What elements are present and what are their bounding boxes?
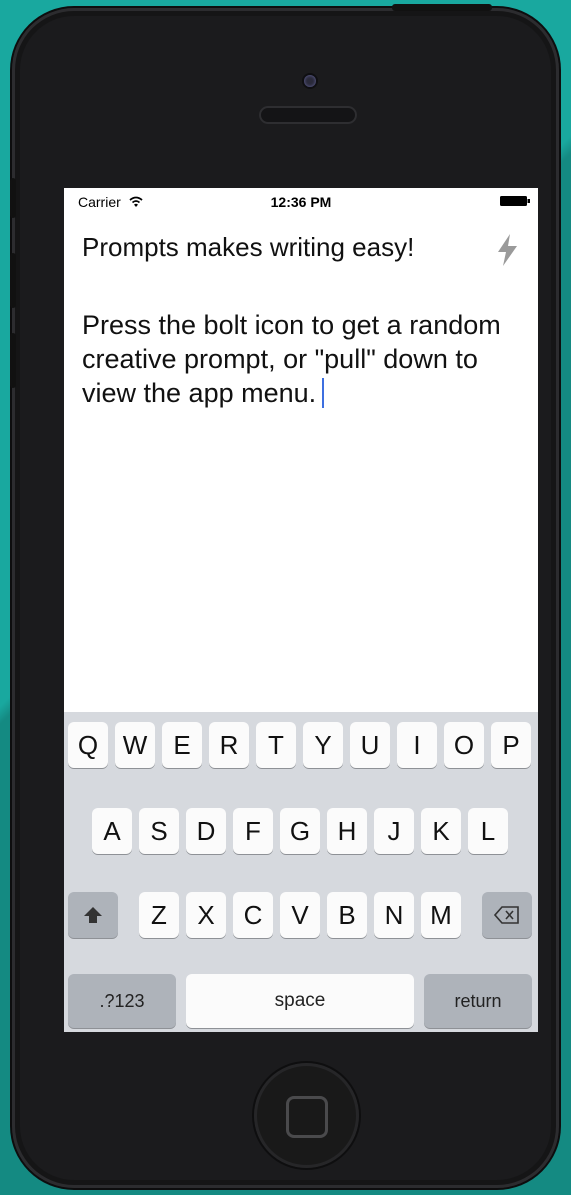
note-title[interactable]: Prompts makes writing easy! <box>82 232 414 262</box>
volume-up-button <box>10 253 16 308</box>
home-square-icon <box>286 1096 328 1138</box>
bolt-icon[interactable] <box>492 232 522 268</box>
earpiece-speaker <box>259 106 357 124</box>
key-i[interactable]: I <box>397 722 437 768</box>
mute-switch <box>10 178 16 218</box>
return-key[interactable]: return <box>424 974 532 1028</box>
shift-key[interactable] <box>68 892 118 938</box>
key-j[interactable]: J <box>374 808 414 854</box>
key-o[interactable]: O <box>444 722 484 768</box>
key-b[interactable]: B <box>327 892 367 938</box>
note-body[interactable]: Press the bolt icon to get a random crea… <box>82 308 502 410</box>
key-q[interactable]: Q <box>68 722 108 768</box>
key-h[interactable]: H <box>327 808 367 854</box>
key-d[interactable]: D <box>186 808 226 854</box>
key-u[interactable]: U <box>350 722 390 768</box>
key-m[interactable]: M <box>421 892 461 938</box>
key-p[interactable]: P <box>491 722 531 768</box>
battery-icon <box>500 196 530 206</box>
front-camera <box>304 75 316 87</box>
key-l[interactable]: L <box>468 808 508 854</box>
keyboard: Q W E R T Y U I O P A S D F G H J K L Z … <box>64 712 538 1032</box>
shift-arrow-icon <box>84 907 102 923</box>
status-time: 12:36 PM <box>270 194 332 210</box>
key-s[interactable]: S <box>139 808 179 854</box>
key-e[interactable]: E <box>162 722 202 768</box>
key-r[interactable]: R <box>209 722 249 768</box>
key-g[interactable]: G <box>280 808 320 854</box>
key-y[interactable]: Y <box>303 722 343 768</box>
delete-key[interactable] <box>482 892 532 938</box>
key-a[interactable]: A <box>92 808 132 854</box>
text-cursor <box>322 378 325 408</box>
key-t[interactable]: T <box>256 722 296 768</box>
key-n[interactable]: N <box>374 892 414 938</box>
note-body-text: Press the bolt icon to get a random crea… <box>82 310 501 408</box>
status-bar: Carrier 12:36 PM <box>64 188 538 216</box>
key-w[interactable]: W <box>115 722 155 768</box>
key-f[interactable]: F <box>233 808 273 854</box>
space-key[interactable]: space <box>186 974 414 1028</box>
delete-icon <box>494 906 519 924</box>
power-button <box>392 4 492 11</box>
key-z[interactable]: Z <box>139 892 179 938</box>
home-button[interactable] <box>254 1063 359 1168</box>
key-x[interactable]: X <box>186 892 226 938</box>
phone-frame: Carrier 12:36 PM Prompts makes writing e… <box>10 4 559 1188</box>
key-k[interactable]: K <box>421 808 461 854</box>
volume-down-button <box>10 333 16 388</box>
numbers-key[interactable]: .?123 <box>68 974 176 1028</box>
key-c[interactable]: C <box>233 892 273 938</box>
phone-screen: Carrier 12:36 PM Prompts makes writing e… <box>64 188 538 1032</box>
title-row: Prompts makes writing easy! <box>82 232 522 272</box>
key-v[interactable]: V <box>280 892 320 938</box>
